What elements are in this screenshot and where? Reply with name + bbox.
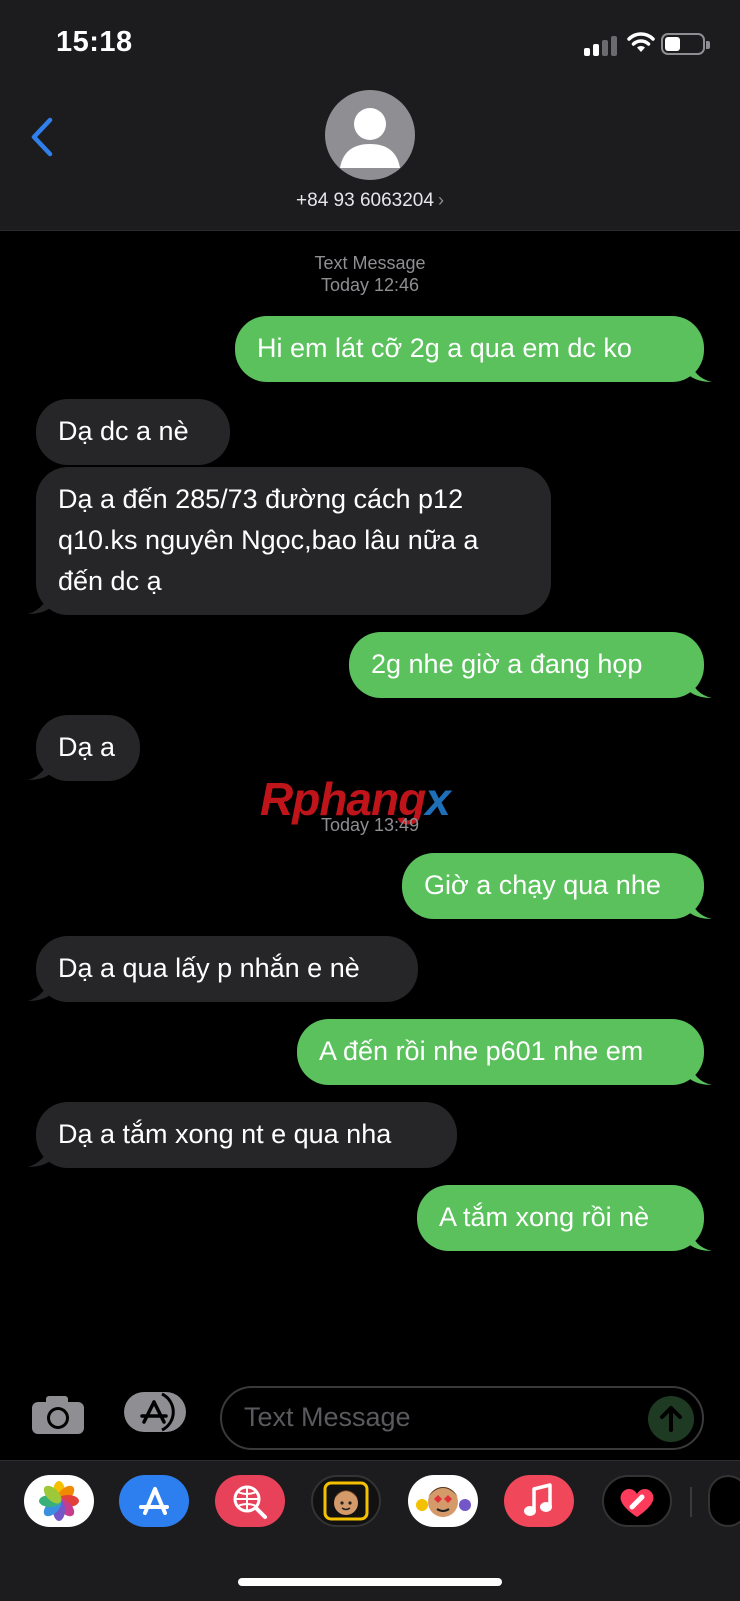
memoji-icon[interactable]	[311, 1475, 381, 1527]
message-bubble-sent[interactable]: Giờ a chạy qua nhe	[402, 853, 704, 919]
bubble-tail	[690, 897, 712, 919]
arrow-up-icon	[660, 1406, 682, 1432]
contact-avatar[interactable]	[325, 90, 415, 180]
thread-label: Text Message	[314, 253, 426, 273]
bubble-tail	[690, 360, 712, 382]
message-composer: Text Message	[0, 1380, 740, 1450]
contact-number: +84 93 6063204	[296, 190, 434, 211]
message-bubble-received[interactable]: Dạ a tắm xong nt e qua nha	[36, 1102, 457, 1168]
battery-icon	[661, 33, 710, 55]
conversation-header: +84 93 6063204 ›	[0, 90, 740, 231]
camera-icon	[32, 1396, 84, 1434]
send-button[interactable]	[648, 1396, 694, 1442]
message-bubble-received[interactable]: Dạ a qua lấy p nhắn e nè	[36, 936, 418, 1002]
app-store-button[interactable]	[122, 1390, 188, 1434]
chevron-left-icon	[31, 117, 53, 157]
bubble-tail	[28, 977, 50, 1001]
contact-name[interactable]: +84 93 6063204 ›	[0, 190, 740, 212]
message-bubble-received[interactable]: Dạ a	[36, 715, 140, 781]
divider	[690, 1487, 692, 1517]
bubble-tail	[28, 1143, 50, 1167]
chevron-right-icon: ›	[437, 190, 444, 210]
photos-icon[interactable]	[24, 1475, 94, 1527]
music-icon[interactable]	[504, 1475, 574, 1527]
web-search-icon[interactable]	[215, 1475, 285, 1527]
wifi-icon	[626, 30, 656, 59]
message-bubble-sent[interactable]: Hi em lát cỡ 2g a qua em dc ko	[235, 316, 704, 382]
bubble-tail	[690, 1229, 712, 1251]
back-button[interactable]	[24, 112, 64, 162]
message-bubble-received[interactable]: Dạ a đến 285/73 đường cách p12 q10.ks ng…	[36, 467, 551, 615]
message-input[interactable]: Text Message	[220, 1386, 704, 1450]
message-bubble-received[interactable]: Dạ dc a nè	[36, 399, 230, 465]
digital-touch-icon[interactable]	[602, 1475, 672, 1527]
person-icon	[340, 108, 400, 168]
status-bar: 15:18	[0, 0, 740, 90]
app-store-icon	[124, 1392, 186, 1432]
bubble-tail	[28, 756, 50, 780]
cellular-signal-icon	[584, 34, 620, 56]
camera-button[interactable]	[30, 1394, 86, 1436]
bubble-tail	[690, 1063, 712, 1085]
timestamp: Today 12:46	[320, 275, 420, 295]
message-input-placeholder: Text Message	[244, 1402, 411, 1432]
home-indicator[interactable]	[238, 1578, 502, 1586]
message-bubble-sent[interactable]: 2g nhe giờ a đang họp	[349, 632, 704, 698]
bubble-tail	[28, 590, 50, 614]
memoji-stickers-icon[interactable]	[408, 1475, 478, 1527]
more-apps-icon[interactable]	[708, 1475, 740, 1527]
timestamp: Today 13:49	[320, 815, 420, 835]
bubble-tail	[690, 676, 712, 698]
message-bubble-sent[interactable]: A tắm xong rồi nè	[417, 1185, 704, 1251]
message-bubble-sent[interactable]: A đến rồi nhe p601 nhe em	[297, 1019, 704, 1085]
clock: 15:18	[56, 26, 133, 58]
app-store-icon[interactable]	[119, 1475, 189, 1527]
